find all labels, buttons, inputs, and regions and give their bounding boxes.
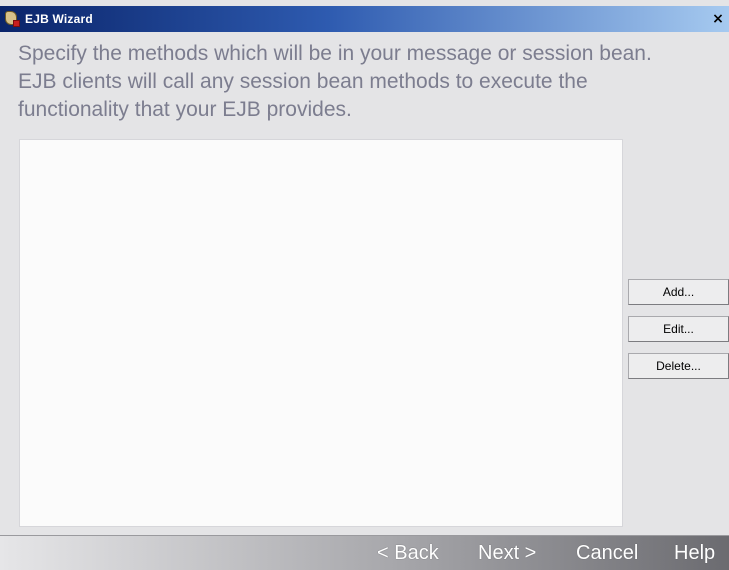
cancel-button[interactable]: Cancel xyxy=(576,540,638,566)
instructions-line: EJB clients will call any session bean m… xyxy=(18,70,588,93)
back-button[interactable]: < Back xyxy=(377,540,439,566)
instructions-text: Specify the methods which will be in you… xyxy=(18,40,726,124)
help-button[interactable]: Help xyxy=(674,540,715,566)
ejb-bean-icon xyxy=(4,11,20,27)
methods-list[interactable] xyxy=(19,139,623,527)
instructions-line: functionality that your EJB provides. xyxy=(18,98,352,121)
window-title: EJB Wizard xyxy=(25,12,93,26)
instructions-line: Specify the methods which will be in you… xyxy=(18,42,652,65)
close-button[interactable]: × xyxy=(710,11,726,27)
title-bar[interactable]: EJB Wizard × xyxy=(0,6,729,32)
add-method-button[interactable]: Add... xyxy=(628,279,729,305)
next-button[interactable]: Next > xyxy=(478,540,536,566)
edit-method-button[interactable]: Edit... xyxy=(628,316,729,342)
wizard-navigation-bar: < Back Next > Cancel Help xyxy=(0,535,729,570)
ejb-wizard-window: EJB Wizard × Specify the methods which w… xyxy=(0,0,729,570)
delete-method-button[interactable]: Delete... xyxy=(628,353,729,379)
